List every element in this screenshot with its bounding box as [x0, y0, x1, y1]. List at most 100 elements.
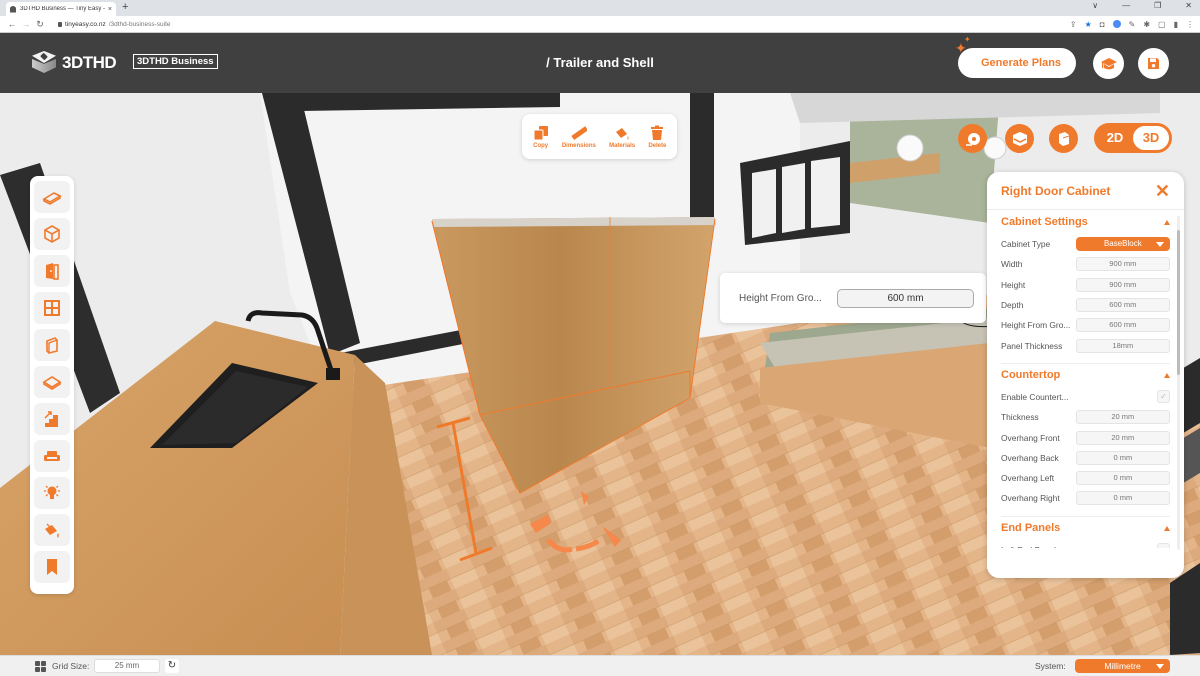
extension-blue-icon[interactable]	[1112, 20, 1121, 28]
minimize-button[interactable]: —	[1122, 1, 1130, 10]
thickness-input[interactable]: 20 mm	[1075, 410, 1170, 425]
back-icon[interactable]: ←	[6, 19, 18, 29]
tool-windows[interactable]	[34, 292, 70, 324]
field-label: Overhang Left	[1001, 473, 1055, 484]
url-field[interactable]: tinyeasy.co.nz/3dthd-business-suite	[58, 21, 171, 28]
maximize-button[interactable]: ❐	[1154, 1, 1161, 10]
grid-size-input[interactable]: 25 mm	[94, 659, 160, 673]
scrollbar-thumb[interactable]	[1177, 230, 1180, 375]
tool-bookmarks[interactable]	[34, 551, 70, 583]
section-cabinet-settings[interactable]: Cabinet Settings	[1001, 210, 1170, 234]
section-countertop[interactable]: Countertop	[1001, 362, 1170, 387]
tab-close-icon[interactable]: ×	[108, 6, 112, 13]
height-input[interactable]: 900 mm	[1075, 277, 1170, 292]
chevron-down-icon	[1156, 664, 1164, 669]
tool-roof[interactable]	[34, 366, 70, 398]
section-title: Countertop	[1001, 369, 1061, 382]
bookmark-icon	[47, 559, 57, 575]
system-label: System:	[1035, 661, 1066, 671]
section-title: Cabinet Settings	[1001, 216, 1088, 228]
overhang-left-input[interactable]: 0 mm	[1075, 471, 1170, 486]
panel-body: Cabinet Settings Cabinet Type BaseBlock …	[987, 210, 1184, 548]
reload-icon[interactable]: ↻	[34, 19, 46, 30]
tool-lighting[interactable]	[34, 477, 70, 509]
panel-scrollbar[interactable]	[1177, 216, 1180, 550]
popup-height-input[interactable]: 600 mm	[837, 288, 974, 308]
generate-plans-button[interactable]: Generate Plans	[958, 48, 1076, 78]
field-label: Depth	[1001, 300, 1024, 311]
field-label: Height From Gro...	[1001, 320, 1071, 331]
depth-input[interactable]: 600 mm	[1075, 298, 1170, 313]
depth-row: Depth 600 mm	[1001, 295, 1170, 315]
tutorial-button[interactable]	[1093, 48, 1124, 79]
sofa-icon	[44, 451, 60, 461]
enable-countertop-checkbox[interactable]: ✓	[1157, 390, 1170, 404]
overhang-right-row: Overhang Right 0 mm	[1001, 488, 1170, 508]
panel-title: Right Door Cabinet	[1001, 183, 1111, 198]
field-label: Thickness	[1001, 412, 1039, 423]
mode-3d-button[interactable]: 3D	[1133, 126, 1169, 150]
dropdown-value: BaseBlock	[1103, 239, 1142, 249]
collapse-caret-icon	[1164, 219, 1170, 225]
new-tab-button[interactable]: +	[122, 1, 128, 13]
copy-button[interactable]: Copy	[533, 125, 549, 149]
materials-button[interactable]: Materials	[609, 125, 635, 149]
section-end-panels[interactable]: End Panels	[1001, 515, 1170, 540]
3d-viewport[interactable]: Copy Dimensions Materials Delete 2D 3D H…	[0, 93, 1200, 655]
forward-icon[interactable]: →	[20, 19, 32, 29]
close-icon[interactable]: ✕	[1155, 182, 1170, 200]
url-host: tinyeasy.co.nz	[65, 20, 106, 28]
overhang-front-input[interactable]: 20 mm	[1075, 430, 1170, 445]
profile-icon[interactable]: ▮	[1174, 20, 1178, 29]
tool-stairs[interactable]	[34, 403, 70, 435]
tool-paint[interactable]	[34, 514, 70, 546]
overhang-back-input[interactable]: 0 mm	[1075, 450, 1170, 465]
grid-size-label: Grid Size:	[52, 661, 90, 671]
browser-tab[interactable]: 3DTHD Business — Tiny Easy - T ×	[6, 2, 116, 16]
cutaway-view-button[interactable]	[1049, 124, 1078, 153]
overhang-right-input[interactable]: 0 mm	[1075, 491, 1170, 506]
tool-doors[interactable]	[34, 255, 70, 287]
lock-icon	[58, 21, 62, 27]
door-icon	[46, 263, 59, 280]
field-label: Overhang Right	[1001, 493, 1060, 504]
window-icon	[44, 300, 60, 316]
cabinet-type-dropdown[interactable]: BaseBlock	[1075, 237, 1170, 252]
tool-panels[interactable]	[34, 329, 70, 361]
field-label: Width	[1001, 259, 1023, 270]
save-button[interactable]	[1138, 48, 1169, 79]
bookmark-star-icon[interactable]: ★	[1085, 20, 1092, 29]
camera-extension-icon[interactable]: ◘	[1100, 20, 1105, 29]
view-mode-toggle[interactable]: 2D 3D	[1094, 123, 1172, 153]
menu-kebab-icon[interactable]: ⋮	[1186, 20, 1194, 29]
tool-floor[interactable]	[34, 181, 70, 213]
stairs-icon	[44, 411, 58, 427]
sidepanel-icon[interactable]: ▢	[1158, 20, 1166, 29]
overhang-left-row: Overhang Left 0 mm	[1001, 468, 1170, 488]
camera-reset-button[interactable]	[958, 124, 987, 153]
left-end-panel-checkbox[interactable]	[1157, 543, 1170, 548]
field-label: Overhang Back	[1001, 452, 1059, 463]
close-window-button[interactable]: ✕	[1185, 1, 1192, 10]
tool-walls[interactable]	[34, 218, 70, 250]
copy-icon	[533, 125, 548, 140]
dimensions-button[interactable]: Dimensions	[562, 125, 596, 149]
width-input[interactable]: 900 mm	[1075, 257, 1170, 272]
unit-system-dropdown[interactable]: Millimetre	[1075, 659, 1170, 673]
roof-icon	[42, 376, 62, 390]
puzzle-icon[interactable]: ✱	[1143, 20, 1150, 29]
reset-grid-icon[interactable]: ↻	[165, 659, 179, 673]
height-from-ground-input[interactable]: 600 mm	[1075, 318, 1170, 333]
width-row: Width 900 mm	[1001, 254, 1170, 274]
mode-2d-button[interactable]: 2D	[1097, 126, 1133, 150]
box-view-button[interactable]	[1005, 124, 1034, 153]
field-label: Panel Thickness	[1001, 340, 1063, 351]
panel-thickness-input[interactable]: 18mm	[1075, 338, 1170, 353]
field-label: Overhang Front	[1001, 432, 1060, 443]
tool-furniture[interactable]	[34, 440, 70, 472]
field-label: Cabinet Type	[1001, 239, 1051, 250]
delete-button[interactable]: Delete	[648, 125, 666, 149]
tab-search-icon[interactable]: ∨	[1092, 1, 1098, 10]
share-icon[interactable]: ⇪	[1070, 20, 1077, 29]
eyedropper-icon[interactable]: ✎	[1129, 20, 1136, 29]
